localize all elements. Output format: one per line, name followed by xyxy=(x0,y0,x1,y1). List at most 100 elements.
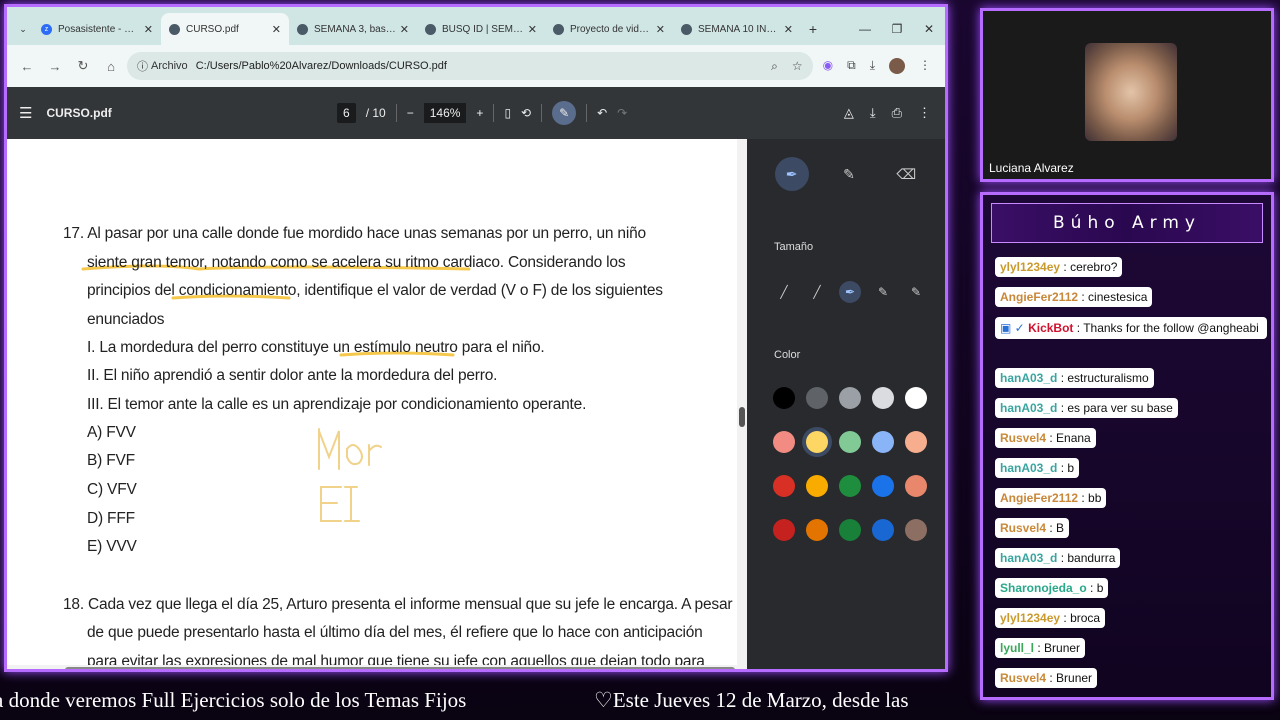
chat-message: Rusvel4 : Enana xyxy=(995,428,1096,448)
color-swatch[interactable] xyxy=(806,519,828,541)
color-swatch[interactable] xyxy=(773,431,795,453)
annotate-pen-icon[interactable]: ✎ xyxy=(552,101,577,125)
print-icon[interactable]: ⎙ xyxy=(892,105,902,121)
tab-semana-3[interactable]: SEMANA 3, bases so✕ xyxy=(289,13,417,45)
chat-username[interactable]: Sharonojeda_o xyxy=(1000,581,1087,595)
color-swatch[interactable] xyxy=(773,519,795,541)
fit-page-icon[interactable]: ▯ xyxy=(504,106,511,120)
bookmark-star-icon[interactable]: ☆ xyxy=(792,59,803,74)
size-option[interactable]: ✎ xyxy=(872,281,894,303)
new-tab-button[interactable]: + xyxy=(801,13,825,45)
horizontal-scrollbar[interactable] xyxy=(7,665,747,669)
chat-username[interactable]: hanA03_d xyxy=(1000,461,1057,475)
tab-proyecto-de-vida[interactable]: Proyecto de vida ser✕ xyxy=(545,13,673,45)
chat-username[interactable]: AngieFer2112 xyxy=(1000,491,1078,505)
color-swatch[interactable] xyxy=(773,387,795,409)
chat-message: hanA03_d : bandurra xyxy=(995,548,1121,568)
close-icon[interactable]: ✕ xyxy=(656,23,665,36)
more-options-icon[interactable]: ⋮ xyxy=(918,105,931,121)
back-arrow-icon[interactable]: ← xyxy=(15,59,39,74)
size-option[interactable]: ✎ xyxy=(905,281,927,303)
redo-icon[interactable]: ↷ xyxy=(617,106,627,120)
close-icon[interactable]: ✕ xyxy=(144,23,153,36)
site-info-chip[interactable]: ⓘ Archivo xyxy=(137,58,188,74)
chat-message: hanA03_d : es para ver su base xyxy=(995,398,1178,418)
color-swatch[interactable] xyxy=(872,387,894,409)
close-icon[interactable]: ✕ xyxy=(272,23,281,36)
zoom-out-icon[interactable]: − xyxy=(407,106,414,120)
chat-username[interactable]: ylyl1234ey xyxy=(1000,260,1060,274)
color-swatch[interactable] xyxy=(839,387,861,409)
color-swatch[interactable] xyxy=(905,519,927,541)
undo-icon[interactable]: ↶ xyxy=(597,106,607,120)
color-swatch[interactable] xyxy=(905,475,927,497)
color-swatch[interactable] xyxy=(872,475,894,497)
zoom-in-icon[interactable]: + xyxy=(476,106,483,120)
vertical-scrollbar[interactable] xyxy=(737,139,747,669)
chat-username[interactable]: hanA03_d xyxy=(1000,371,1057,385)
color-swatch[interactable] xyxy=(806,475,828,497)
zoom-level-input[interactable]: 146% xyxy=(423,103,467,123)
url-input[interactable]: ⓘ Archivo C:/Users/Pablo%20Alvarez/Downlo… xyxy=(127,52,813,80)
tab-zoom[interactable]: zPosasistente - Zoom✕ xyxy=(33,13,161,45)
chat-username[interactable]: Rusvel4 xyxy=(1000,521,1046,535)
divider xyxy=(586,104,588,122)
forward-arrow-icon[interactable]: → xyxy=(43,59,67,74)
zoom-lens-icon[interactable]: ⌕ xyxy=(771,59,778,74)
color-swatch[interactable] xyxy=(773,475,795,497)
size-option[interactable]: ╱ xyxy=(806,281,828,303)
page-number-input[interactable]: 6 xyxy=(337,103,356,123)
globe-icon xyxy=(297,23,308,35)
chat-username[interactable]: AngieFer2112 xyxy=(1000,290,1078,304)
minimize-icon[interactable]: — xyxy=(849,22,881,36)
pen-tool-icon[interactable]: ✒ xyxy=(774,157,809,191)
chat-username[interactable]: KickBot xyxy=(1028,321,1073,335)
close-icon[interactable]: ✕ xyxy=(400,23,409,36)
home-icon[interactable]: ⌂ xyxy=(99,59,123,74)
chat-username[interactable]: hanA03_d xyxy=(1000,551,1057,565)
download-icon[interactable]: ⤓ xyxy=(870,58,875,74)
ticker-text-right: ♡Este Jueves 12 de Marzo, desde las xyxy=(594,688,909,712)
close-window-icon[interactable]: ✕ xyxy=(913,22,945,36)
tab-search-chevron-icon[interactable]: ⌄ xyxy=(13,13,33,45)
color-swatch[interactable] xyxy=(839,431,861,453)
color-swatch[interactable] xyxy=(806,431,828,453)
hamburger-menu-icon[interactable]: ☰ xyxy=(19,104,32,122)
page-total: / 10 xyxy=(365,106,386,120)
chat-username[interactable]: Rusvel4 xyxy=(1000,431,1046,445)
color-swatch[interactable] xyxy=(905,387,927,409)
close-icon[interactable]: ✕ xyxy=(528,23,537,36)
scrollbar-thumb[interactable] xyxy=(65,667,735,669)
puzzle-icon[interactable]: ⧉ xyxy=(847,58,856,74)
maximize-icon[interactable]: ❐ xyxy=(881,22,913,36)
chat-username[interactable]: lyull_l xyxy=(1000,641,1034,655)
close-icon[interactable]: ✕ xyxy=(784,23,793,36)
chat-username[interactable]: hanA03_d xyxy=(1000,401,1057,415)
eraser-tool-icon[interactable]: ⌫ xyxy=(889,157,923,191)
color-swatch[interactable] xyxy=(839,475,861,497)
color-swatch[interactable] xyxy=(806,387,828,409)
color-swatch[interactable] xyxy=(872,519,894,541)
reload-icon[interactable]: ↻ xyxy=(71,58,95,74)
save-drive-icon[interactable]: ◬ xyxy=(844,105,854,121)
color-swatch[interactable] xyxy=(905,431,927,453)
kebab-menu-icon[interactable]: ⋮ xyxy=(919,58,931,74)
profile-avatar[interactable] xyxy=(889,58,905,74)
color-swatch[interactable] xyxy=(872,431,894,453)
chat-username[interactable]: ylyl1234ey xyxy=(1000,611,1060,625)
download-icon[interactable]: ⤓ xyxy=(870,105,876,121)
tab-curso-pdf[interactable]: CURSO.pdf ✕ xyxy=(161,13,289,45)
scrollbar-thumb[interactable] xyxy=(739,407,745,427)
size-option[interactable]: ╱ xyxy=(773,281,795,303)
chat-message: Sharonojeda_o : b xyxy=(995,578,1109,598)
chat-text: : Bruner xyxy=(1034,641,1081,655)
tab-busq-id[interactable]: BUSQ ID | SEM 4 PS✕ xyxy=(417,13,545,45)
tab-semana-10[interactable]: SEMANA 10 INTELIG✕ xyxy=(673,13,801,45)
extension-icon[interactable]: ◉ xyxy=(823,58,833,74)
rotate-icon[interactable]: ⟲ xyxy=(521,106,531,120)
annotation-panel: ✒ ✎ ⌫ Tamaño ╱ ╱ ✒ ✎ ✎ Color xyxy=(747,139,945,669)
chat-username[interactable]: Rusvel4 xyxy=(1000,671,1046,685)
size-option[interactable]: ✒ xyxy=(839,281,861,303)
highlighter-tool-icon[interactable]: ✎ xyxy=(832,157,866,191)
color-swatch[interactable] xyxy=(839,519,861,541)
